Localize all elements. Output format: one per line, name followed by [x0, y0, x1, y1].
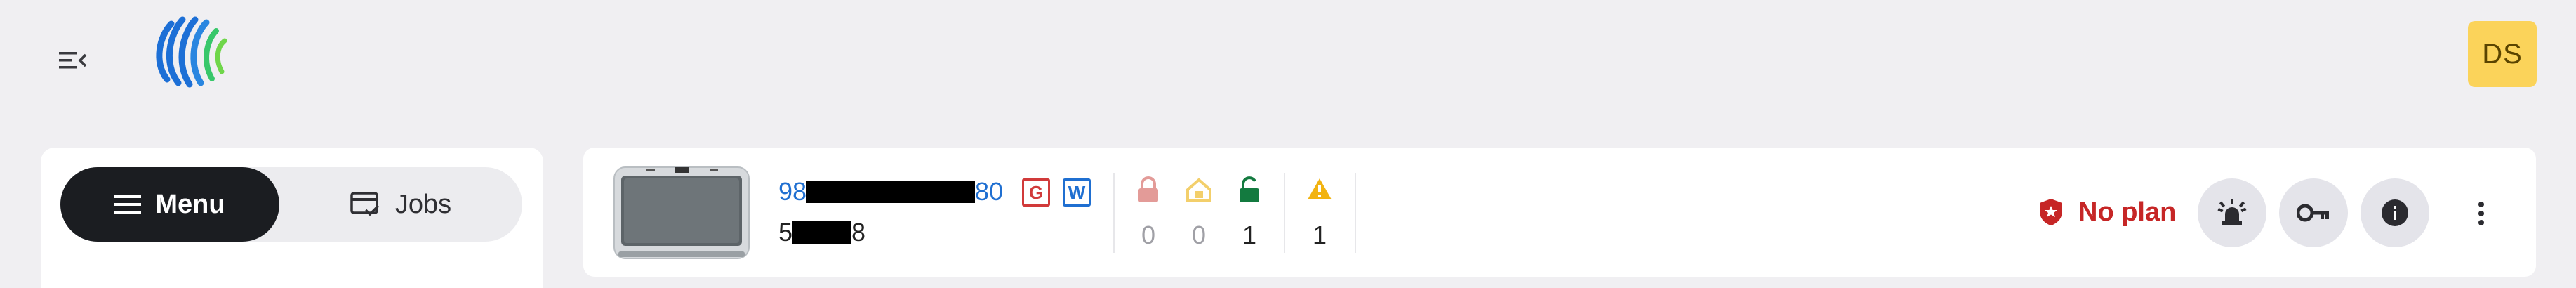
- redacted-block: [806, 181, 976, 203]
- info-icon: [2382, 199, 2408, 226]
- stat-unlocked-count: 1: [1242, 221, 1257, 249]
- company-logo: [156, 16, 227, 88]
- top-bar: DS: [0, 0, 2576, 116]
- shield-icon: [2040, 199, 2062, 225]
- sidebar-panel: Menu Jobs: [41, 148, 543, 288]
- collapse-sidebar-button[interactable]: [46, 34, 100, 87]
- tab-menu-label: Menu: [155, 189, 225, 219]
- serial-prefix: 98: [778, 177, 807, 206]
- jobs-card-check-icon: [350, 192, 380, 216]
- divider: [1113, 173, 1115, 253]
- serial-suffix: 80: [975, 177, 1004, 206]
- device-name-suffix: 8: [851, 218, 866, 247]
- sidebar-tab-switch: Menu Jobs: [60, 167, 522, 242]
- plan-status[interactable]: No plan: [2038, 191, 2176, 233]
- stat-locked-count: 0: [1141, 221, 1156, 249]
- tab-jobs-label: Jobs: [394, 189, 452, 219]
- user-avatar[interactable]: DS: [2468, 21, 2537, 87]
- key-icon: [2297, 204, 2329, 222]
- keys-button[interactable]: [2279, 178, 2348, 247]
- user-initials: DS: [2482, 38, 2523, 70]
- siren-icon: [2217, 199, 2247, 225]
- warning-icon: [1308, 178, 1332, 199]
- device-image: [613, 166, 750, 259]
- alarm-button[interactable]: [2198, 178, 2266, 247]
- device-card: 98 80 G W 5 8 0 0 1 1 No plan: [583, 148, 2536, 277]
- plan-status-label: No plan: [2078, 197, 2177, 227]
- menu-collapse-icon: [59, 52, 87, 69]
- info-button[interactable]: [2361, 178, 2429, 247]
- badge-w: W: [1063, 178, 1091, 207]
- device-serial-link[interactable]: 98 80: [778, 177, 1003, 207]
- home-lock-icon: [1186, 178, 1211, 202]
- unlocked-icon: [1240, 176, 1259, 202]
- more-options-button[interactable]: [2460, 187, 2502, 240]
- more-vertical-icon: [2478, 202, 2484, 225]
- stat-locked: 0: [1127, 176, 1169, 253]
- divider: [1355, 173, 1356, 253]
- stat-warning: 1: [1299, 176, 1341, 253]
- tab-jobs[interactable]: Jobs: [279, 167, 522, 242]
- redacted-block: [792, 221, 852, 244]
- locked-icon: [1138, 176, 1158, 202]
- device-name-prefix: 5: [778, 218, 793, 247]
- tab-menu[interactable]: Menu: [60, 167, 279, 242]
- badge-g: G: [1022, 178, 1050, 207]
- stat-warning-count: 1: [1312, 221, 1327, 249]
- device-name: 5 8: [778, 218, 865, 247]
- hamburger-icon: [114, 195, 142, 214]
- stat-unlocked: 1: [1228, 176, 1270, 253]
- stat-home-lock: 0: [1178, 176, 1220, 253]
- divider: [1284, 173, 1285, 253]
- stat-home-lock-count: 0: [1191, 221, 1207, 249]
